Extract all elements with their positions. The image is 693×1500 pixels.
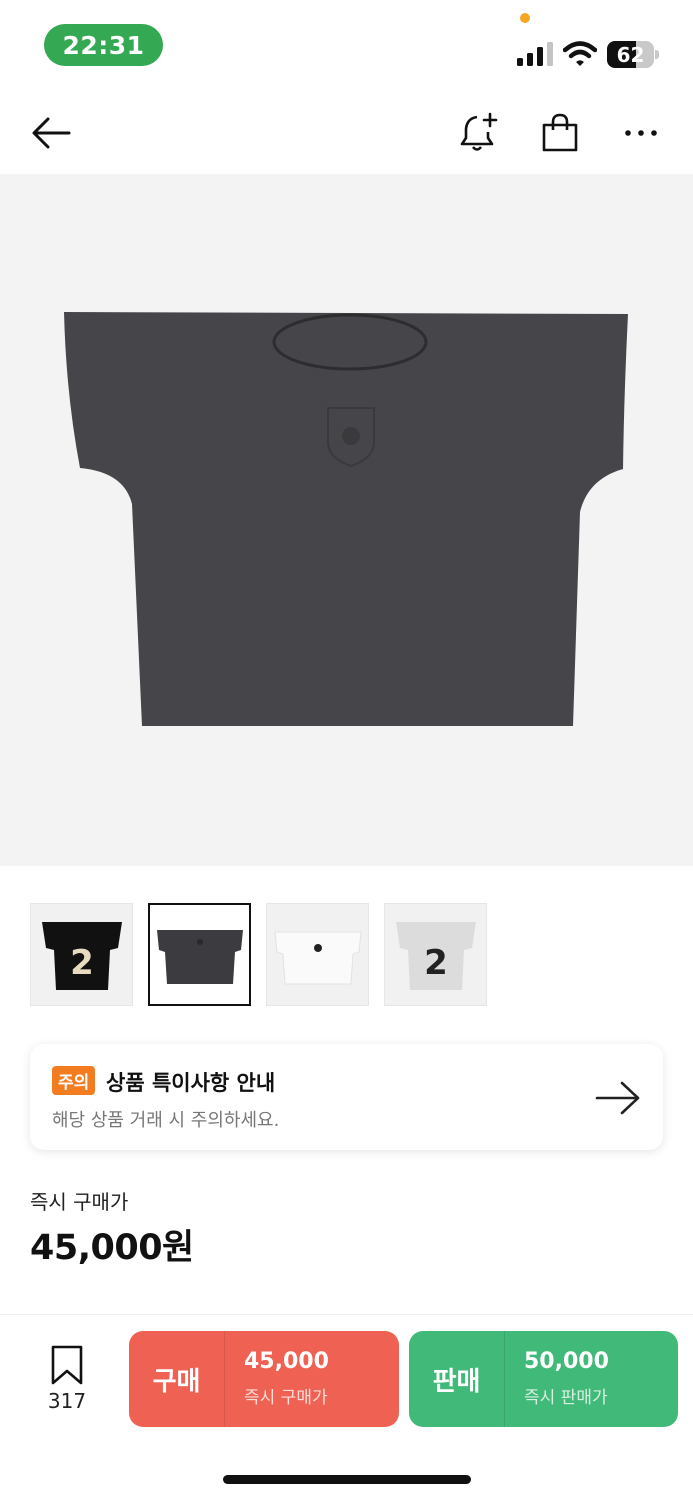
home-indicator [223, 1475, 471, 1484]
divider [224, 1331, 225, 1427]
product-name-cropped [30, 1298, 590, 1314]
arrow-right-icon [595, 1081, 640, 1115]
status-bar: 22:31 62 [0, 0, 693, 92]
notification-add-button[interactable] [454, 108, 504, 158]
sell-price: 50,000 [524, 1349, 609, 1374]
thumbnail-number: 2 [424, 943, 448, 983]
status-time: 22:31 [44, 24, 163, 66]
top-navigation [0, 92, 693, 174]
more-icon [625, 130, 657, 136]
wishlist-button[interactable]: 317 [38, 1345, 96, 1415]
instant-buy-price: 45,000원 [30, 1228, 194, 1268]
bookmark-icon [51, 1345, 83, 1385]
product-notice-card[interactable]: 주의 상품 특이사항 안내 해당 상품 거래 시 주의하세요. [30, 1044, 663, 1150]
shopping-bag-icon [542, 113, 578, 152]
thumbnail-charcoal-shirt[interactable] [148, 903, 251, 1006]
privacy-indicator-dot [520, 13, 530, 23]
notice-subtitle: 해당 상품 거래 시 주의하세요. [52, 1110, 280, 1131]
buy-price-caption: 즉시 구매가 [244, 1388, 328, 1408]
thumbnail-number: 2 [70, 943, 94, 983]
buy-price: 45,000 [244, 1349, 329, 1374]
thumbnail-black-shirt[interactable]: 2 [30, 903, 133, 1006]
bell-plus-icon [460, 112, 498, 151]
bottom-action-bar: 317 구매 45,000 즉시 구매가 판매 50,000 즉시 판매가 [0, 1314, 693, 1500]
notice-title: 상품 특이사항 안내 [106, 1071, 276, 1095]
buy-button[interactable]: 구매 45,000 즉시 구매가 [129, 1331, 399, 1427]
thumbnail-white-shirt[interactable] [266, 903, 369, 1006]
back-arrow-icon [32, 117, 71, 149]
thumbnail-image [273, 931, 362, 984]
thumbnail-image [156, 929, 243, 984]
signal-icon [517, 42, 553, 66]
back-button[interactable] [26, 108, 76, 158]
instant-buy-price-label: 즉시 구매가 [30, 1190, 129, 1214]
sell-label: 판매 [432, 1366, 481, 1397]
battery-level: 62 [616, 42, 645, 67]
buy-label: 구매 [152, 1366, 201, 1397]
thumbnail-grey-shirt[interactable]: 2 [384, 903, 487, 1006]
thumbnail-image: 2 [395, 921, 476, 990]
tshirt-image [64, 312, 628, 726]
sell-price-caption: 즉시 판매가 [524, 1388, 608, 1408]
thumbnail-image: 2 [41, 921, 122, 990]
wishlist-count: 317 [47, 1389, 87, 1413]
battery-icon: 62 [607, 41, 659, 68]
caution-badge: 주의 [52, 1066, 96, 1095]
sell-button[interactable]: 판매 50,000 즉시 판매가 [409, 1331, 678, 1427]
divider [504, 1331, 505, 1427]
product-main-image[interactable] [0, 174, 693, 866]
cart-button[interactable] [535, 108, 585, 158]
more-options-button[interactable] [616, 108, 666, 158]
wifi-icon [563, 41, 597, 66]
thumbnail-list: 2 2 [30, 903, 487, 1007]
